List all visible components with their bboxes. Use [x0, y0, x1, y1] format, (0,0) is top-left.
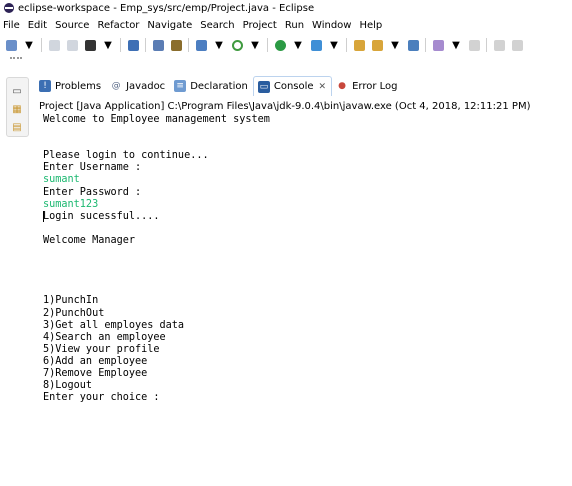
view-tab-bar: ! Problems @ Javadoc ≡ Declaration ▭ Console ✕ ● E… [35, 74, 572, 96]
tab-problems[interactable]: ! Problems [35, 76, 106, 96]
menu-search[interactable]: Search [196, 20, 238, 31]
dropdown-arrow-icon[interactable]: ▼ [247, 37, 263, 53]
error-log-icon: ● [338, 81, 347, 91]
console-output-line: Enter Username : [43, 162, 142, 174]
console-icon: ▭ [257, 80, 270, 93]
console-output-line: 4)Search an employee [43, 331, 166, 343]
outline-icon[interactable]: ▤ [11, 121, 23, 133]
new-class-icon[interactable] [405, 37, 421, 53]
eclipse-logo-icon [4, 3, 14, 13]
console-input-line: sumant123 [43, 198, 99, 210]
console-output-line: 7)Remove Employee [43, 367, 148, 379]
dropdown-arrow-icon[interactable]: ▼ [448, 37, 464, 53]
package-explorer-icon[interactable]: ▦ [11, 103, 23, 115]
console-line-text: Login sucessful.... [43, 210, 160, 222]
menu-project[interactable]: Project [239, 20, 281, 31]
new-package-icon[interactable] [369, 37, 385, 53]
console-output-line: 6)Add an employee [43, 355, 148, 367]
tab-label: Problems [55, 80, 102, 92]
console-output-line: 2)PunchOut [43, 307, 105, 319]
console-input-line: sumant [43, 174, 80, 186]
tab-declaration[interactable]: ≡ Declaration [170, 76, 253, 96]
window-title: eclipse-workspace - Emp_sys/src/emp/Proj… [18, 2, 315, 14]
menu-bar: File Edit Source Refactor Navigate Search Proj… [0, 18, 572, 33]
console-output-line: 8)Logout [43, 380, 93, 392]
toolbar-separator [120, 38, 121, 52]
console-output-line: 3)Get all employes data [43, 319, 185, 331]
tab-console[interactable]: ▭ Console ✕ [252, 76, 333, 96]
run-external-tool-icon[interactable] [308, 37, 324, 53]
console-icon[interactable] [82, 37, 98, 53]
toolbar-separator [425, 38, 426, 52]
menu-edit[interactable]: Edit [24, 20, 51, 31]
toolbar-separator [267, 38, 268, 52]
menu-file[interactable]: File [0, 20, 24, 31]
tab-label: Declaration [190, 80, 248, 92]
restore-icon[interactable]: ▭ [11, 85, 23, 97]
tab-error-log[interactable]: ● Error Log [332, 76, 402, 96]
console-output-line: Please login to continue... [43, 150, 209, 162]
console-process-label: Project [Java Application] C:\Program Fi… [39, 100, 531, 112]
menu-help[interactable]: Help [355, 20, 386, 31]
tab-javadoc[interactable]: @ Javadoc [106, 76, 170, 96]
pin-icon[interactable] [509, 37, 525, 53]
dropdown-arrow-icon[interactable]: ▼ [211, 37, 227, 53]
main-toolbar: ▼ ▼ ▼ ▼ ▼ ▼ ▼ ▼ [0, 35, 572, 55]
save-all-icon[interactable] [64, 37, 80, 53]
console-output-line: Enter Password : [43, 186, 142, 198]
console-output-line: Enter your choice : [43, 392, 160, 404]
console-output-line: Welcome Manager [43, 234, 136, 246]
toolbar-separator [41, 38, 42, 52]
tab-label: Console [273, 81, 314, 92]
annotation-icon[interactable] [466, 37, 482, 53]
toolbar-separator [346, 38, 347, 52]
toggle-breadcrumb-icon[interactable] [150, 37, 166, 53]
menu-navigate[interactable]: Navigate [143, 20, 196, 31]
menu-run[interactable]: Run [281, 20, 308, 31]
left-trim-stack: ▭ ▦ ▤ [0, 56, 35, 486]
new-java-project-icon[interactable] [351, 37, 367, 53]
search-icon[interactable] [430, 37, 446, 53]
dropdown-arrow-icon[interactable]: ▼ [326, 37, 342, 53]
problems-icon: ! [39, 80, 51, 92]
menu-window[interactable]: Window [308, 20, 355, 31]
menu-source[interactable]: Source [51, 20, 93, 31]
console-output-line: Login sucessful.... [43, 210, 572, 223]
toolbar-separator [145, 38, 146, 52]
debug-icon[interactable] [229, 37, 245, 53]
javadoc-icon: @ [111, 81, 121, 91]
dropdown-arrow-icon[interactable]: ▼ [290, 37, 306, 53]
drag-handle[interactable] [10, 57, 22, 59]
console-output-line: Welcome to Employee management system [43, 114, 270, 125]
close-icon[interactable]: ✕ [319, 82, 327, 92]
dropdown-arrow-icon[interactable]: ▼ [21, 37, 37, 53]
title-bar: eclipse-workspace - Emp_sys/src/emp/Proj… [0, 0, 572, 16]
dropdown-arrow-icon[interactable]: ▼ [387, 37, 403, 53]
run-icon[interactable] [272, 37, 288, 53]
declaration-icon: ≡ [174, 80, 187, 92]
show-whitespace-icon[interactable] [491, 37, 507, 53]
console-output[interactable]: Welcome to Employee management system Ple… [37, 114, 572, 486]
toolbar-separator [188, 38, 189, 52]
new-icon[interactable] [3, 37, 19, 53]
tab-label: Javadoc [126, 80, 166, 92]
console-output-line: 5)View your profile [43, 343, 160, 355]
save-icon[interactable] [46, 37, 62, 53]
console-output-line: 1)PunchIn [43, 295, 99, 307]
dropdown-arrow-icon[interactable]: ▼ [100, 37, 116, 53]
menu-refactor[interactable]: Refactor [93, 20, 143, 31]
toolbar-separator [486, 38, 487, 52]
toggle-mark-occurrences-icon[interactable] [168, 37, 184, 53]
tab-label: Error Log [352, 80, 398, 92]
skip-breakpoints-icon[interactable] [193, 37, 209, 53]
open-type-icon[interactable] [125, 37, 141, 53]
